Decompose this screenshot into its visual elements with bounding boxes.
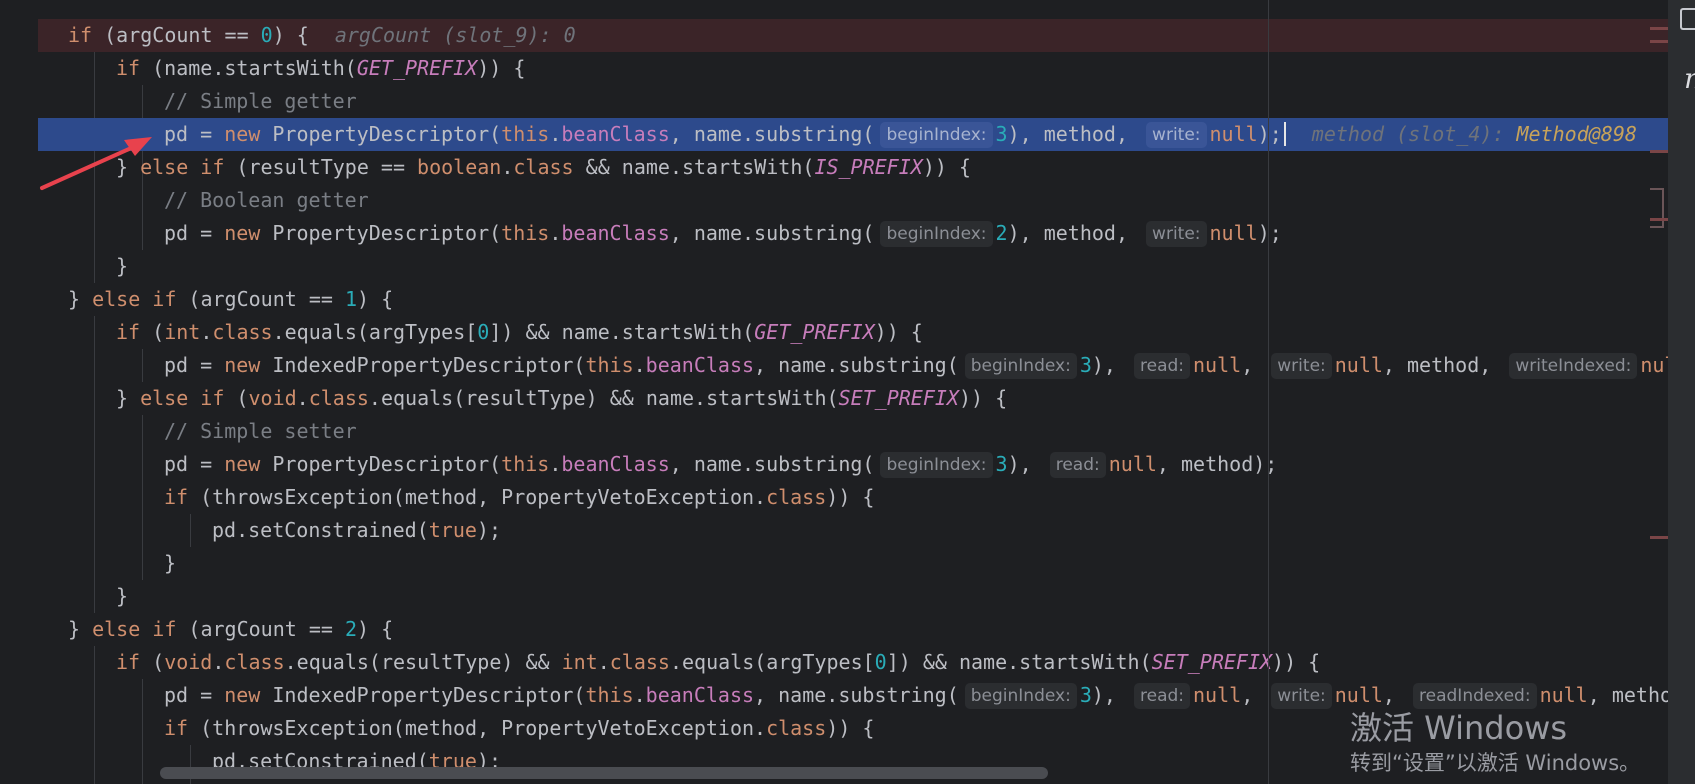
watermark-title: 激活 Windows (1350, 709, 1568, 747)
watermark-subtitle: 转到“设置”以激活 Windows。 (1350, 751, 1641, 775)
code-editor[interactable]: if (argCount == 0) {argCount (slot_9): 0… (0, 0, 1695, 784)
annotation-arrow (40, 137, 152, 190)
windows-activation-watermark: 激活 Windows 转到“设置”以激活 Windows。 (1350, 708, 1640, 778)
